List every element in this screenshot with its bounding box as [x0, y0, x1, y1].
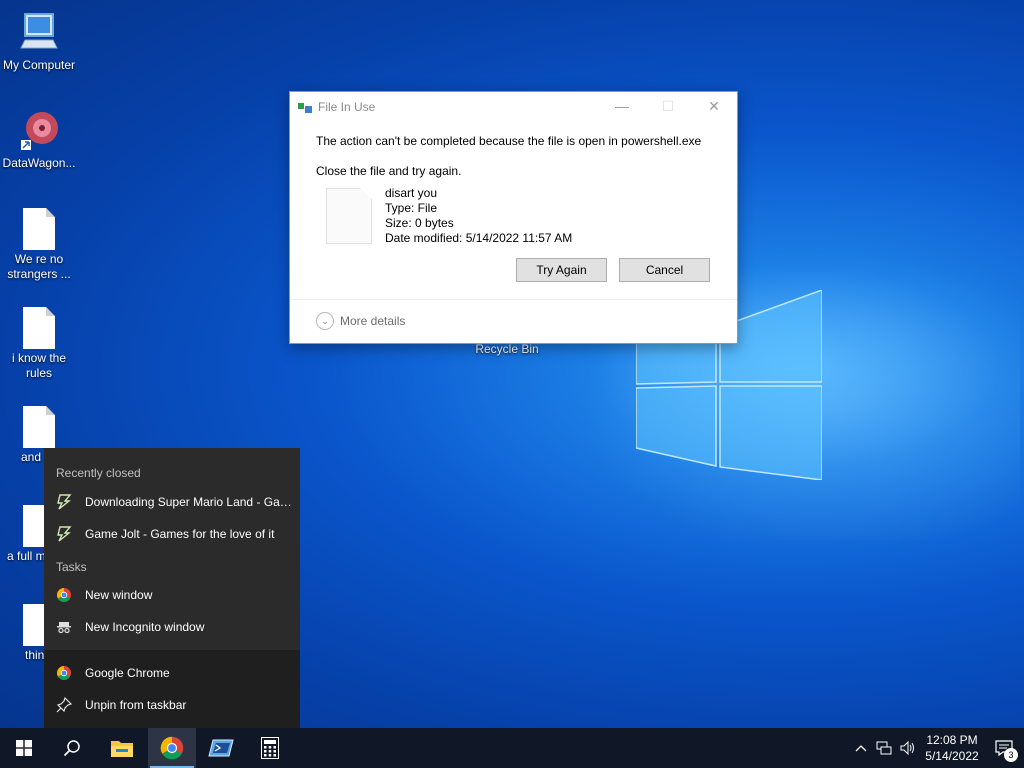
volume-icon [900, 741, 914, 755]
file-size: Size: 0 bytes [385, 216, 454, 230]
jump-item-label: New Incognito window [85, 620, 205, 634]
recently-closed-header: Recently closed [56, 466, 141, 480]
jump-item-label: Google Chrome [85, 666, 170, 680]
more-details-label: More details [340, 314, 406, 328]
taskbar: 12:08 PM 5/14/2022 3 [0, 728, 1024, 768]
jump-item-label: Unpin from taskbar [85, 698, 187, 712]
file-type: Type: File [385, 201, 438, 215]
jump-item-label: New window [85, 588, 153, 602]
document-icon [23, 208, 55, 250]
volume-button[interactable] [896, 741, 920, 755]
file-info: disart you Type: File Size: 0 bytes Date… [385, 186, 572, 246]
document-icon [23, 406, 55, 448]
tray-overflow-button[interactable] [850, 744, 872, 752]
chrome-icon [160, 736, 184, 760]
calculator-icon [261, 737, 279, 759]
start-button[interactable] [0, 728, 48, 768]
network-button[interactable] [872, 741, 896, 755]
file-in-use-dialog: File In Use — ☐ ✕ The action can't be co… [289, 91, 738, 344]
start-icon [16, 740, 32, 756]
jump-item-label: Game Jolt - Games for the love of it [85, 527, 275, 541]
notification-count-badge: 3 [1004, 748, 1018, 762]
dialog-footer: ⌄ More details [290, 299, 737, 343]
clock-time: 12:08 PM [926, 733, 978, 747]
jump-item-recent[interactable]: Game Jolt - Games for the love of it [44, 519, 300, 549]
clock-date: 5/14/2022 [925, 749, 979, 763]
taskbar-calculator[interactable] [246, 728, 294, 768]
action-center-button[interactable]: 3 [984, 728, 1024, 768]
document-icon [23, 307, 55, 349]
file-icon [326, 188, 372, 244]
more-details-toggle[interactable]: ⌄ More details [316, 312, 405, 330]
close-button[interactable]: ✕ [691, 92, 737, 120]
search-button[interactable] [48, 728, 96, 768]
unpin-icon [55, 696, 73, 714]
chrome-icon [55, 586, 73, 604]
game-jolt-icon [55, 493, 73, 511]
jump-list-app-section: Google Chrome Unpin from taskbar [44, 650, 300, 728]
desktop-icon-label: Recycle Bin [475, 342, 539, 356]
clock[interactable]: 12:08 PM 5/14/2022 [920, 732, 984, 764]
chevron-down-icon: ⌄ [316, 312, 334, 330]
chrome-jump-list: Recently closed Downloading Super Mario … [44, 448, 300, 728]
jump-item-label: Downloading Super Mario Land - Game Jolt [85, 495, 299, 509]
computer-icon [19, 10, 59, 56]
powershell-icon [208, 739, 234, 757]
dialog-message: The action can't be completed because th… [316, 134, 702, 148]
file-modified: Date modified: 5/14/2022 11:57 AM [385, 231, 573, 245]
dialog-instruction: Close the file and try again. [316, 164, 462, 178]
desktop-icon-label: DataWagon... [2, 156, 76, 170]
chrome-icon [55, 664, 73, 682]
desktop-icon-file-2[interactable]: i know the rules [1, 305, 77, 381]
file-name: disart you [385, 186, 438, 200]
jump-item-unpin[interactable]: Unpin from taskbar [44, 690, 300, 720]
datawagon-icon [19, 108, 59, 154]
taskbar-powershell[interactable] [197, 728, 245, 768]
incognito-icon [55, 618, 73, 636]
desktop-icon-file-1[interactable]: We re no strangers ... [1, 206, 77, 282]
network-icon [876, 741, 892, 755]
minimize-button[interactable]: — [599, 92, 645, 120]
game-jolt-icon [55, 525, 73, 543]
file-explorer-icon [111, 741, 133, 757]
taskbar-chrome[interactable] [148, 728, 196, 768]
desktop-icon-label: My Computer [2, 58, 76, 72]
chevron-up-icon [855, 745, 867, 752]
system-tray: 12:08 PM 5/14/2022 3 [850, 728, 1024, 768]
desktop-icon-label: i know the rules [11, 351, 67, 380]
file-transfer-icon [298, 102, 312, 113]
desktop-icon-label: We re no strangers ... [7, 252, 71, 281]
jump-item-recent[interactable]: Downloading Super Mario Land - Game Jolt [44, 487, 300, 517]
jump-item-google-chrome[interactable]: Google Chrome [44, 658, 300, 688]
desktop-icon-datawagon[interactable]: DataWagon... [1, 108, 77, 171]
desktop-icon-my-computer[interactable]: My Computer [1, 10, 77, 73]
maximize-button[interactable]: ☐ [645, 92, 691, 120]
try-again-button[interactable]: Try Again [516, 258, 607, 282]
jump-item-new-window[interactable]: New window [44, 580, 300, 610]
jump-item-incognito[interactable]: New Incognito window [44, 612, 300, 642]
taskbar-file-explorer[interactable] [98, 728, 146, 768]
cancel-button[interactable]: Cancel [619, 258, 710, 282]
dialog-title: File In Use [318, 99, 376, 114]
tasks-header: Tasks [56, 560, 87, 574]
search-icon [63, 740, 80, 757]
